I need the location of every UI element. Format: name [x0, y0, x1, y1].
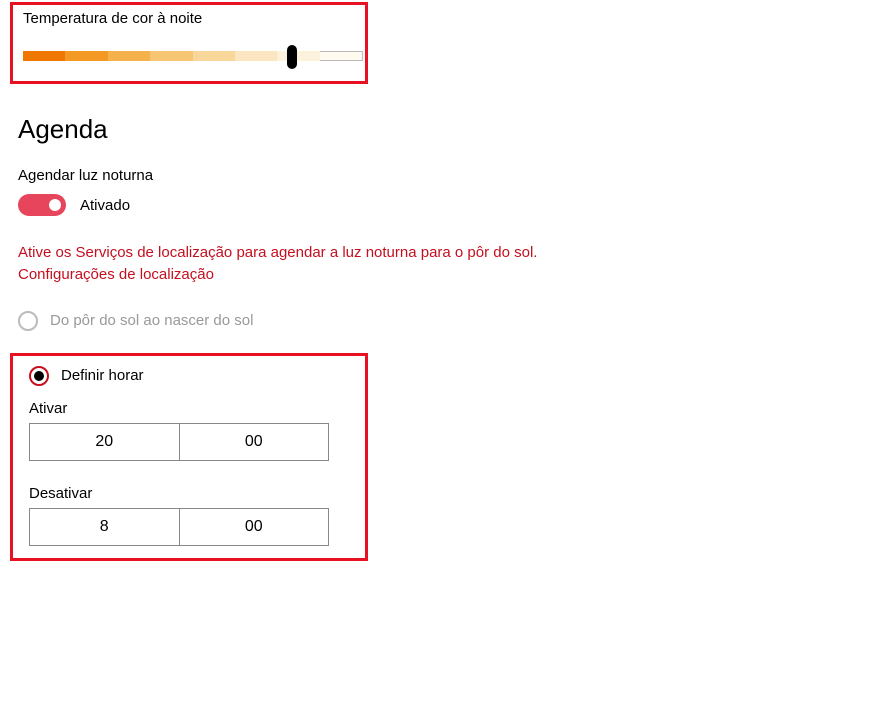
toggle-state-label: Ativado [80, 197, 130, 214]
deactivate-hour[interactable]: 8 [30, 509, 180, 545]
activate-minute[interactable]: 00 [180, 424, 329, 460]
set-hours-highlight: Definir horar Ativar 20 00 Desativar 8 0… [10, 353, 368, 561]
radio-set-hours-label: Definir horar [61, 367, 144, 384]
radio-sunset-sunrise-label: Do pôr do sol ao nascer do sol [50, 312, 253, 329]
slider-track [23, 51, 363, 61]
location-settings-link[interactable]: Configurações de localização [18, 266, 214, 283]
radio-sunset-sunrise [18, 311, 38, 331]
schedule-night-light-label: Agendar luz noturna [18, 167, 877, 184]
deactivate-minute[interactable]: 00 [180, 509, 329, 545]
deactivate-label: Desativar [29, 485, 349, 502]
location-warning-text: Ative os Serviços de localização para ag… [18, 242, 578, 265]
deactivate-time-picker[interactable]: 8 00 [29, 508, 329, 546]
activate-hour[interactable]: 20 [30, 424, 180, 460]
toggle-knob [49, 199, 61, 211]
radio-sunset-sunrise-row: Do pôr do sol ao nascer do sol [18, 311, 877, 331]
schedule-toggle[interactable] [18, 194, 66, 216]
radio-set-hours-row[interactable]: Definir horar [29, 366, 349, 386]
color-temp-label: Temperatura de cor à noite [23, 10, 355, 27]
agenda-heading: Agenda [18, 114, 877, 145]
slider-thumb[interactable] [287, 45, 297, 69]
activate-time-picker[interactable]: 20 00 [29, 423, 329, 461]
radio-set-hours[interactable] [29, 366, 49, 386]
activate-label: Ativar [29, 400, 349, 417]
color-temp-highlight: Temperatura de cor à noite [10, 2, 368, 84]
color-temp-slider[interactable] [23, 45, 363, 67]
